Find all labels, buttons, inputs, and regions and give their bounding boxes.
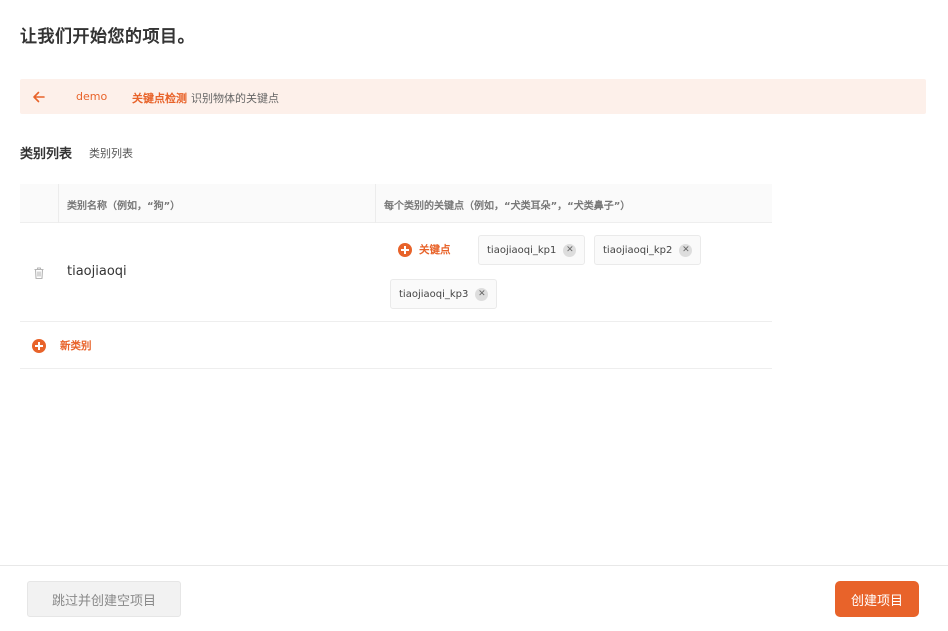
keypoint-chip: tiaojiaoqi_kp1 ✕ bbox=[478, 235, 586, 265]
add-keypoint-label: 关键点 bbox=[419, 244, 451, 256]
close-icon[interactable]: ✕ bbox=[679, 243, 693, 257]
keypoint-label: tiaojiaoqi_kp1 bbox=[487, 244, 557, 256]
close-icon[interactable]: ✕ bbox=[475, 287, 489, 301]
arrow-left-icon[interactable] bbox=[31, 89, 47, 105]
close-icon[interactable]: ✕ bbox=[563, 243, 577, 257]
footer: 跳过并创建空项目 创建项目 bbox=[0, 565, 948, 631]
table-header: 类别名称（例如，“狗”） 每个类别的关键点（例如，“犬类耳朵”，“犬类鼻子”） bbox=[20, 184, 772, 223]
header-category-name: 类别名称（例如，“狗”） bbox=[67, 201, 181, 212]
keypoint-label: tiaojiaoqi_kp3 bbox=[399, 288, 469, 300]
add-category-button[interactable]: 新类别 bbox=[32, 338, 92, 353]
add-category-label: 新类别 bbox=[60, 340, 92, 352]
skip-create-empty-button[interactable]: 跳过并创建空项目 bbox=[27, 581, 181, 617]
new-category-row: 新类别 bbox=[20, 322, 772, 369]
category-name[interactable]: tiaojiaoqi bbox=[67, 264, 127, 279]
column-divider bbox=[58, 184, 59, 223]
trash-icon[interactable] bbox=[32, 265, 46, 280]
plus-circle-icon bbox=[398, 242, 412, 257]
breadcrumb-task-desc: 识别物体的关键点 bbox=[191, 92, 279, 105]
keypoint-chip: tiaojiaoqi_kp2 ✕ bbox=[594, 235, 702, 265]
keypoint-label: tiaojiaoqi_kp2 bbox=[603, 244, 673, 256]
column-divider bbox=[375, 184, 376, 223]
breadcrumb: demo 关键点检测 识别物体的关键点 bbox=[20, 79, 926, 114]
section-title: 类别列表 bbox=[20, 147, 73, 162]
keypoint-chip: tiaojiaoqi_kp3 ✕ bbox=[390, 279, 498, 309]
breadcrumb-project[interactable]: demo bbox=[76, 90, 107, 103]
table-row: tiaojiaoqi 关键点 tiaojiaoqi_kp1 ✕ tiaojiao… bbox=[20, 223, 772, 322]
create-project-button[interactable]: 创建项目 bbox=[835, 581, 919, 617]
plus-circle-icon bbox=[32, 338, 46, 353]
header-keypoints: 每个类别的关键点（例如，“犬类耳朵”，“犬类鼻子”） bbox=[384, 201, 631, 212]
breadcrumb-task-type: 关键点检测 bbox=[132, 92, 187, 105]
page-title: 让我们开始您的项目。 bbox=[20, 27, 195, 47]
section-subtitle: 类别列表 bbox=[89, 147, 133, 160]
add-keypoint-button[interactable]: 关键点 bbox=[398, 242, 451, 257]
